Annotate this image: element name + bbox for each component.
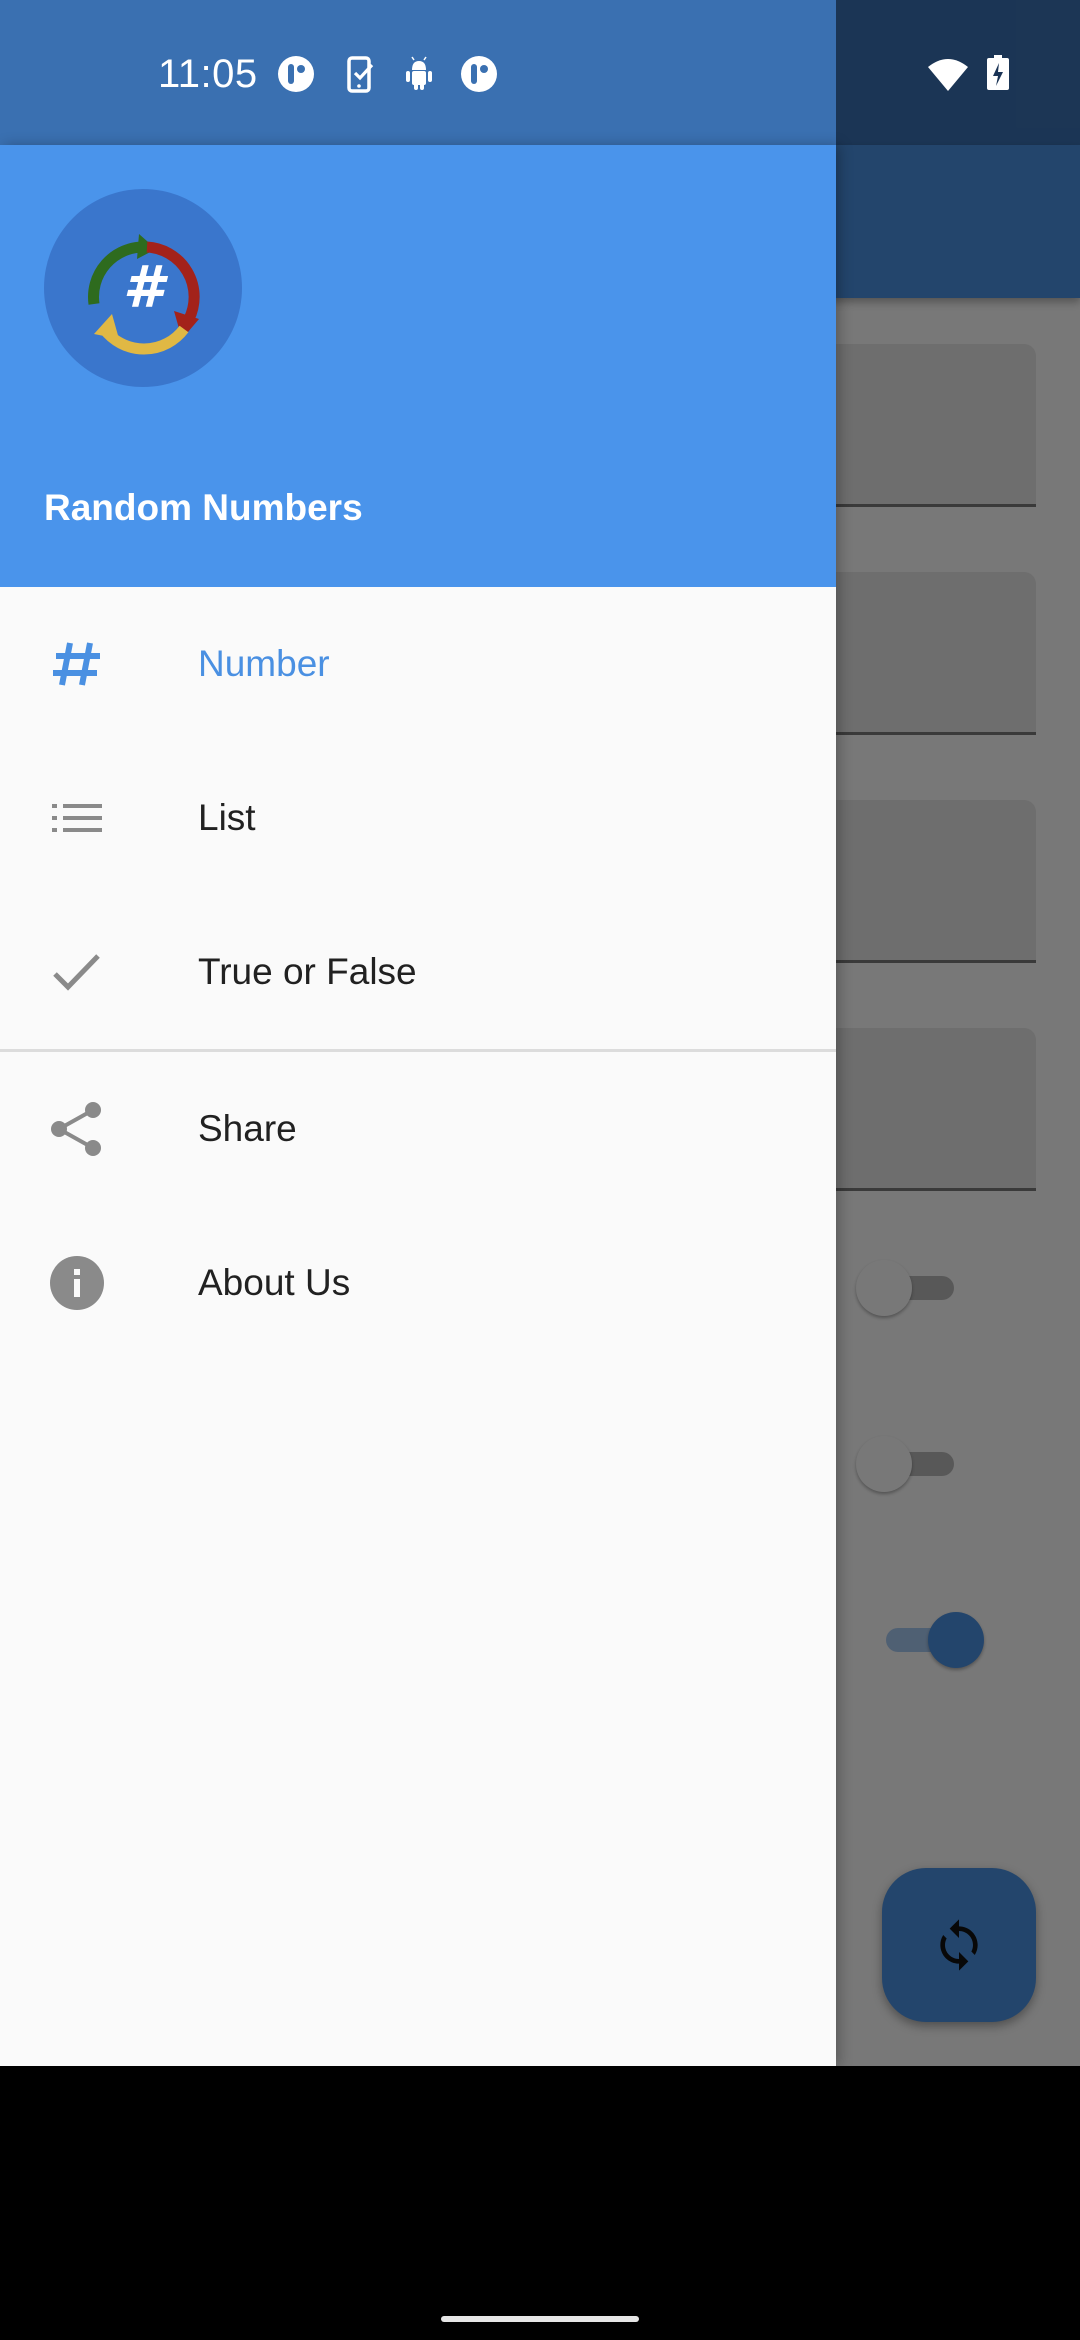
hash-icon [44,631,110,697]
drawer-item-true-or-false[interactable]: True or False [0,895,836,1049]
home-gesture-handle[interactable] [441,2316,639,2322]
drawer-item-about-us[interactable]: About Us [0,1206,836,1360]
drawer-item-label: Share [198,1108,297,1149]
status-bar: 11:05 [0,0,1080,145]
drawer-item-label: List [198,797,256,838]
svg-text:#: # [123,253,169,321]
info-icon [44,1250,110,1316]
drawer-app-name: Random Numbers [44,487,363,528]
drawer-item-label: About Us [198,1262,351,1303]
phone-check-icon [347,56,374,93]
drawer-menu: Number List True or False Share About Us [0,587,836,1360]
logo-arrows-icon: # [88,234,200,355]
drawer-item-label: True or False [198,951,417,992]
random-numbers-logo: # [44,189,242,387]
drawer-item-list[interactable]: List [0,741,836,895]
share-icon [44,1096,110,1162]
drawer-item-share[interactable]: Share [0,1052,836,1206]
battery-charging-icon [987,55,1009,90]
p-app-icon [278,56,314,92]
wifi-icon [928,59,968,91]
android-icon [406,56,432,90]
p-app-icon [461,56,497,92]
drawer-item-number[interactable]: Number [0,587,836,741]
check-icon [44,939,110,1005]
system-nav-bar [0,2066,1080,2340]
drawer-item-label: Number [198,643,330,684]
navigation-drawer: # Random Numbers Number List True or Fal… [0,145,836,2066]
list-icon [44,785,110,851]
drawer-header: # Random Numbers [0,145,836,587]
status-time: 11:05 [158,52,258,96]
